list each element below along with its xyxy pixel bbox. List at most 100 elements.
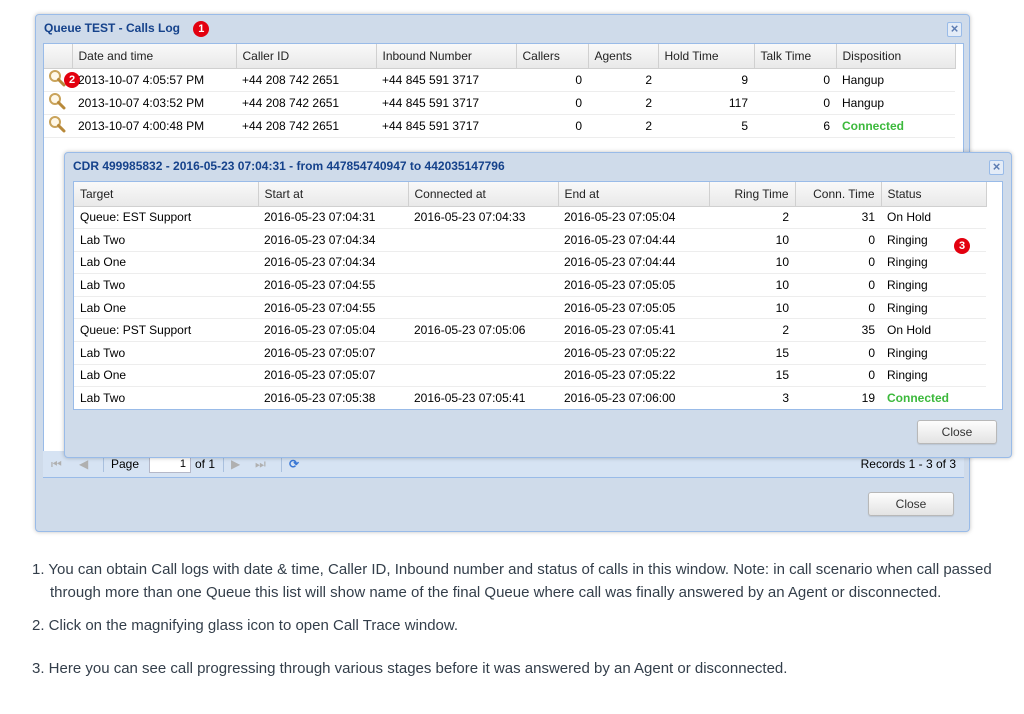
cdr-status: Ringing — [881, 341, 986, 365]
cdr-connected-at: 2016-05-23 07:05:06 — [408, 318, 558, 343]
cdr-start-at: 2016-05-23 07:05:38 — [258, 386, 408, 409]
cdr-header-row: Target Start at Connected at End at Ring… — [74, 182, 987, 207]
call-talk-time: 0 — [754, 91, 836, 115]
call-talk-time: 6 — [754, 114, 836, 138]
cdr-start-at: 2016-05-23 07:04:55 — [258, 296, 408, 320]
cdr-close-button[interactable]: Close — [917, 420, 997, 444]
magnifying-glass-icon[interactable] — [48, 92, 66, 113]
cdr-start-at: 2016-05-23 07:04:34 — [258, 228, 408, 252]
call-row[interactable]: 2013-10-07 4:03:52 PM +44 208 742 2651 +44… — [44, 91, 955, 115]
column-header-conn-time[interactable]: Conn. Time — [795, 182, 882, 207]
cdr-ring-time: 10 — [709, 273, 795, 297]
column-header-inbound[interactable]: Inbound Number — [376, 44, 517, 69]
call-row[interactable]: 2 2013-10-07 4:05:57 PM +44 208 742 2651 +4… — [44, 68, 955, 92]
call-row[interactable]: 2013-10-07 4:00:48 PM +44 208 742 2651 +44… — [44, 114, 955, 138]
annotation-badge-2: 2 — [64, 71, 80, 88]
column-header-connected-at[interactable]: Connected at — [408, 182, 559, 207]
column-header-hold-time[interactable]: Hold Time — [658, 44, 755, 69]
cdr-ring-time: 10 — [709, 296, 795, 320]
cdr-connected-at — [408, 296, 558, 320]
prev-page-icon[interactable]: ◀ — [79, 457, 88, 471]
cdr-target: Lab Two — [74, 273, 258, 297]
cdr-row[interactable]: Lab One 2016-05-23 07:05:07 2016-05-23 07:… — [74, 364, 986, 388]
cdr-connected-at: 2016-05-23 07:04:33 — [408, 206, 558, 230]
cdr-end-at: 2016-05-23 07:04:44 — [558, 228, 709, 252]
cdr-connected-at — [408, 341, 558, 365]
instructions-list: 1. You can obtain Call logs with date & … — [32, 558, 1012, 680]
instruction-1: 1. You can obtain Call logs with date & … — [32, 561, 992, 601]
call-date: 2013-10-07 4:05:57 PM — [72, 68, 236, 92]
call-callers: 0 — [516, 114, 588, 138]
first-page-icon[interactable]: ⏮ — [51, 457, 62, 472]
cdr-end-at: 2016-05-23 07:05:05 — [558, 273, 709, 297]
cdr-ring-time: 15 — [709, 341, 795, 365]
call-hold-time: 117 — [658, 91, 754, 115]
cdr-conn-time: 0 — [795, 364, 881, 388]
last-page-icon[interactable]: ⏭ — [255, 457, 266, 472]
call-agents: 2 — [588, 68, 658, 92]
magnifying-glass-icon[interactable] — [48, 115, 66, 136]
cdr-row[interactable]: Lab One 2016-05-23 07:04:34 2016-05-23 07:… — [74, 251, 986, 275]
cdr-target: Lab Two — [74, 341, 258, 365]
call-talk-time: 0 — [754, 68, 836, 92]
cdr-window: CDR 499985832 - 2016-05-23 07:04:31 - fr… — [64, 152, 1012, 458]
cdr-target: Lab Two — [74, 228, 258, 252]
cdr-row[interactable]: Lab Two 2016-05-23 07:05:07 2016-05-23 07:… — [74, 341, 986, 365]
call-disposition: Hangup — [836, 91, 955, 115]
calls-log-close-icon[interactable]: × — [947, 22, 962, 37]
next-page-icon[interactable]: ▶ — [231, 457, 240, 471]
call-agents: 2 — [588, 91, 658, 115]
column-header-date[interactable]: Date and time — [72, 44, 237, 69]
toolbar-separator — [103, 458, 104, 472]
call-disposition: Hangup — [836, 68, 955, 92]
cdr-close-icon[interactable]: × — [989, 160, 1004, 175]
cdr-row[interactable]: Lab Two 2016-05-23 07:04:34 2016-05-23 07:… — [74, 228, 986, 252]
cdr-end-at: 2016-05-23 07:06:00 — [558, 386, 709, 409]
cdr-row[interactable]: Queue: PST Support 2016-05-23 07:05:04 201… — [74, 318, 986, 343]
calls-log-header-row: Date and time Caller ID Inbound Number C… — [44, 44, 956, 69]
column-header-talk-time[interactable]: Talk Time — [754, 44, 837, 69]
call-inbound-number: +44 845 591 3717 — [376, 91, 516, 115]
column-header-start-at[interactable]: Start at — [258, 182, 409, 207]
cdr-status: On Hold — [881, 206, 986, 230]
call-caller-id: +44 208 742 2651 — [236, 91, 376, 115]
cdr-start-at: 2016-05-23 07:04:55 — [258, 273, 408, 297]
calls-log-title: Queue TEST - Calls Log 1 — [44, 21, 210, 37]
records-count: Records 1 - 3 of 3 — [860, 457, 956, 471]
page-label: Page — [111, 457, 140, 471]
calls-log-close-button[interactable]: Close — [868, 492, 954, 516]
cdr-conn-time: 35 — [795, 318, 881, 343]
call-callers: 0 — [516, 91, 588, 115]
column-header-end-at[interactable]: End at — [558, 182, 710, 207]
column-header-disposition[interactable]: Disposition — [836, 44, 956, 69]
column-header-agents[interactable]: Agents — [588, 44, 659, 69]
cdr-conn-time: 19 — [795, 386, 881, 409]
cdr-target: Queue: EST Support — [74, 206, 258, 230]
cdr-connected-at — [408, 273, 558, 297]
cdr-status: On Hold — [881, 318, 986, 343]
cdr-start-at: 2016-05-23 07:05:04 — [258, 318, 408, 343]
cdr-status: Connected — [881, 386, 986, 409]
annotation-badge-1: 1 — [193, 21, 210, 37]
cdr-row[interactable]: Lab One 2016-05-23 07:04:55 2016-05-23 07:… — [74, 296, 986, 320]
cdr-row[interactable]: Lab Two 2016-05-23 07:05:38 2016-05-23 07:… — [74, 386, 986, 409]
cdr-row[interactable]: Queue: EST Support 2016-05-23 07:04:31 201… — [74, 206, 986, 230]
refresh-icon[interactable]: ⟳ — [289, 457, 299, 471]
cdr-target: Lab One — [74, 296, 258, 320]
cdr-end-at: 2016-05-23 07:05:04 — [558, 206, 709, 230]
cdr-row[interactable]: Lab Two 2016-05-23 07:04:55 2016-05-23 07:… — [74, 273, 986, 297]
column-header-caller-id[interactable]: Caller ID — [236, 44, 377, 69]
column-header-ring-time[interactable]: Ring Time — [709, 182, 796, 207]
column-header-status[interactable]: Status — [881, 182, 987, 207]
call-inbound-number: +44 845 591 3717 — [376, 114, 516, 138]
toolbar-separator — [281, 458, 282, 472]
cdr-start-at: 2016-05-23 07:04:31 — [258, 206, 408, 230]
calls-log-title-text: Queue TEST - Calls Log — [44, 21, 181, 35]
call-hold-time: 9 — [658, 68, 754, 92]
column-header-callers[interactable]: Callers — [516, 44, 589, 69]
cdr-ring-time: 10 — [709, 228, 795, 252]
column-header-target[interactable]: Target — [74, 182, 259, 207]
cdr-target: Lab One — [74, 251, 258, 275]
column-header-icon — [44, 44, 73, 69]
cdr-start-at: 2016-05-23 07:04:34 — [258, 251, 408, 275]
